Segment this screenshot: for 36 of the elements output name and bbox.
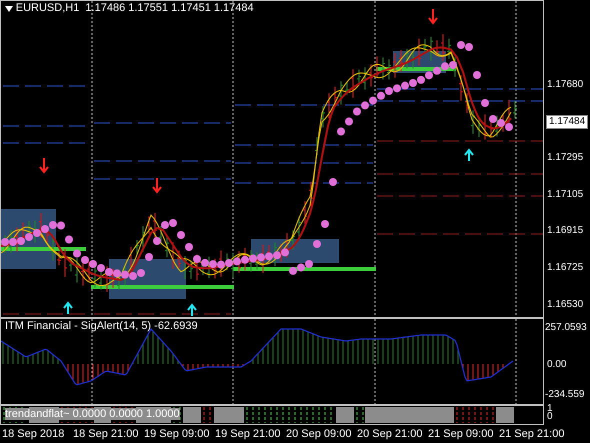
up-arrow-icon (464, 148, 474, 162)
up-arrow-icon (187, 303, 197, 317)
indicator-axis-label: -234.559 (545, 389, 584, 401)
price-axis-label: 1.17295 (547, 152, 584, 164)
down-arrow-icon (428, 8, 438, 25)
dropdown-triangle-icon[interactable] (5, 6, 13, 12)
price-axis-label: 1.17105 (547, 188, 584, 201)
down-arrow-icon (39, 157, 49, 174)
indicator-axis-label: 257.0593 (545, 322, 587, 334)
price-axis-label: 1.16530 (547, 298, 584, 311)
price-axis-label: 1.17680 (547, 79, 584, 91)
down-arrow-icon (152, 177, 162, 194)
indicator-title: ITM Financial - SigAlert(14, 5) -62.6939 (5, 320, 198, 332)
flat-segment (214, 407, 244, 423)
chart-title: EURUSD,H1 1.17486 1.17551 1.17451 1.17484 (16, 2, 254, 15)
price-axis-label: 1.16915 (547, 225, 584, 238)
time-axis-label: 20 Sep 09:00 (286, 428, 352, 440)
time-axis-label: 21 Sep 09:00 (428, 428, 494, 440)
downtrend-segment (204, 406, 210, 424)
uptrend-segment (356, 406, 364, 424)
time-axis-label: 18 Sep 21:00 (73, 428, 138, 440)
flat-segment (496, 407, 514, 423)
flat-segment (183, 407, 201, 423)
current-price-label: 1.17484 (546, 114, 588, 129)
indicator-axis-label: 0.00 (547, 359, 566, 371)
time-axis-label: 20 Sep 21:00 (357, 428, 422, 440)
flat-segment (336, 407, 354, 423)
time-axis-label: 18 Sep 2018 (2, 428, 64, 440)
time-axis-label: 19 Sep 21:00 (215, 428, 280, 440)
trend-axis-label: 0 (547, 412, 553, 422)
downtrend-segment (456, 406, 494, 424)
time-axis-label: 19 Sep 09:00 (144, 428, 210, 440)
time-axis-label: 21 Sep 21:00 (499, 428, 564, 440)
trend-indicator-title: trendandflat~ 0.0000 0.0000 1.0000 (5, 408, 180, 420)
up-arrow-icon (63, 301, 73, 315)
price-axis-label: 1.16725 (547, 262, 584, 274)
